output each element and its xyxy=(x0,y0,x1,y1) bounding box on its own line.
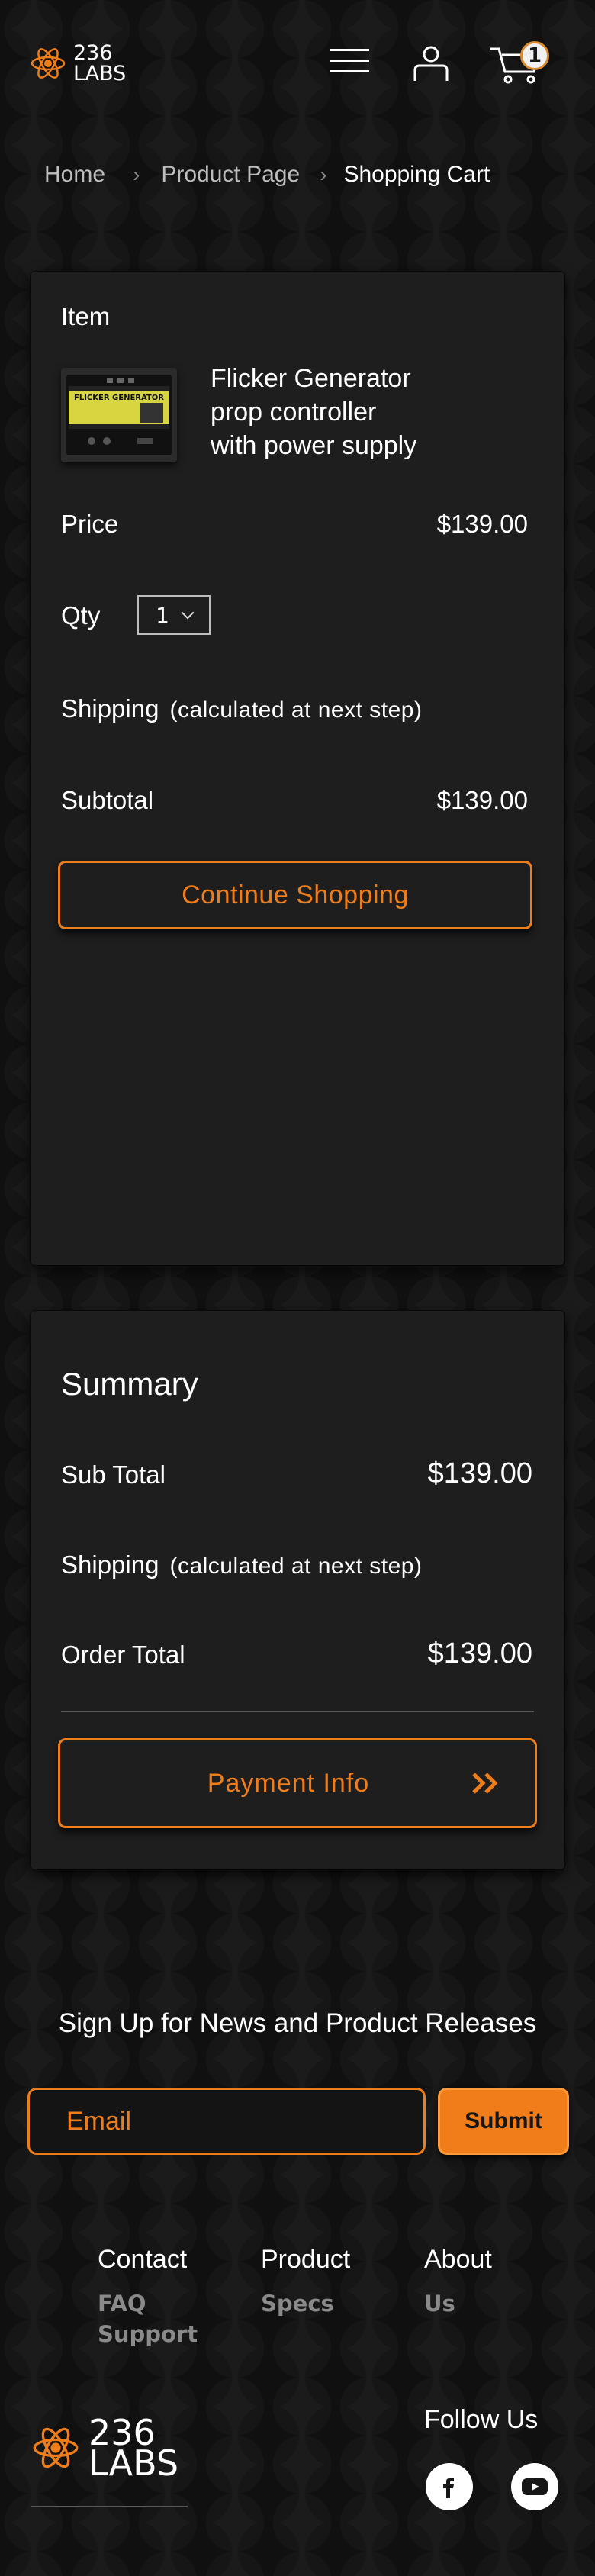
atom-logo-icon xyxy=(33,2427,79,2468)
footer-heading-contact: Contact xyxy=(98,2245,188,2274)
chevron-right-icon: › xyxy=(320,163,327,186)
chevron-down-icon xyxy=(181,606,195,620)
shipping-label: Shipping xyxy=(61,694,159,723)
subtotal-value: $139.00 xyxy=(436,786,528,814)
breadcrumb: Home › Product Page › Shopping Cart xyxy=(44,162,490,188)
summary-card: Summary Sub Total $139.00 Shipping (calc… xyxy=(31,1311,564,1869)
cart-button[interactable]: 1 xyxy=(488,41,549,85)
payment-info-label: Payment Info xyxy=(207,1768,370,1798)
menu-icon[interactable] xyxy=(328,46,371,76)
chevron-right-icon: › xyxy=(133,163,140,186)
summary-subtotal-label: Sub Total xyxy=(61,1460,166,1489)
summary-subtotal-value: $139.00 xyxy=(427,1457,532,1489)
footer-col-about: About Us xyxy=(424,2245,492,2319)
header-logo[interactable]: 236 LABS xyxy=(29,43,126,84)
breadcrumb-current: Shopping Cart xyxy=(343,162,490,187)
footer-logo[interactable]: 236 LABS xyxy=(31,2412,179,2484)
price-value: $139.00 xyxy=(436,510,528,538)
price-label: Price xyxy=(61,510,119,538)
summary-shipping-note: (calculated at next step) xyxy=(169,1554,423,1579)
summary-divider xyxy=(61,1711,534,1712)
youtube-icon[interactable] xyxy=(511,2463,558,2510)
shipping-row: Shipping (calculated at next step) xyxy=(61,694,422,723)
qty-label: Qty xyxy=(61,601,101,630)
cart-card: Item FLICKER GENERATOR Flicker Generator… xyxy=(31,272,564,1265)
continue-shopping-button[interactable]: Continue Shopping xyxy=(58,861,532,929)
subtotal-label: Subtotal xyxy=(61,786,154,814)
summary-shipping-label: Shipping xyxy=(61,1550,159,1579)
cart-count-badge: 1 xyxy=(520,41,549,70)
product-image[interactable]: FLICKER GENERATOR xyxy=(61,368,177,462)
footer-link-support[interactable]: Support xyxy=(98,2319,198,2349)
footer-link-specs[interactable]: Specs xyxy=(261,2288,350,2319)
follow-us-label: Follow Us xyxy=(424,2405,539,2434)
submit-button[interactable]: Submit xyxy=(438,2088,569,2155)
footer-link-faq[interactable]: FAQ xyxy=(98,2288,198,2319)
shipping-note: (calculated at next step) xyxy=(169,697,423,723)
atom-logo-icon xyxy=(31,48,66,79)
footer-link-us[interactable]: Us xyxy=(424,2288,492,2319)
breadcrumb-home[interactable]: Home xyxy=(44,162,105,188)
payment-info-button[interactable]: Payment Info xyxy=(58,1738,537,1828)
footer-col-contact: Contact FAQ Support xyxy=(98,2245,198,2349)
facebook-icon[interactable] xyxy=(426,2463,473,2510)
summary-title: Summary xyxy=(61,1366,198,1402)
newsletter-title: Sign Up for News and Product Releases xyxy=(58,2008,537,2038)
footer-heading-product: Product xyxy=(261,2245,351,2274)
footer-logo-text: 236 LABS xyxy=(88,2412,179,2484)
qty-select[interactable]: 1 xyxy=(137,595,211,635)
footer-rule xyxy=(31,2506,188,2507)
double-chevron-right-icon xyxy=(472,1773,498,1794)
qty-value: 1 xyxy=(156,602,169,628)
logo-text: 236 LABS xyxy=(73,41,127,85)
footer-col-product: Product Specs xyxy=(261,2245,350,2319)
email-input[interactable]: Email xyxy=(27,2088,426,2155)
account-icon[interactable] xyxy=(410,43,452,84)
item-label: Item xyxy=(61,302,111,330)
footer-heading-about: About xyxy=(424,2245,492,2274)
summary-shipping-row: Shipping (calculated at next step) xyxy=(61,1550,422,1579)
product-name[interactable]: Flicker Generator prop controller with p… xyxy=(211,362,531,462)
order-total-label: Order Total xyxy=(61,1641,185,1669)
order-total-value: $139.00 xyxy=(427,1637,532,1670)
product-image-text: FLICKER GENERATOR xyxy=(74,394,164,402)
breadcrumb-product-page[interactable]: Product Page xyxy=(161,162,300,188)
